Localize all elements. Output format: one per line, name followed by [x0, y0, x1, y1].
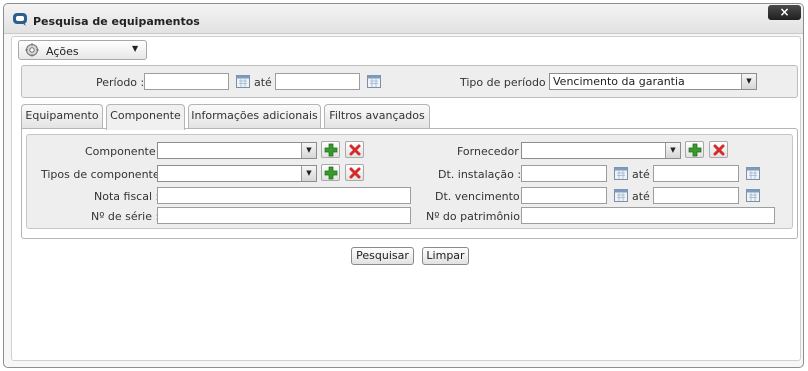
- fornecedor-label: Fornecedor :: [457, 145, 526, 158]
- remove-fornecedor-button[interactable]: [709, 141, 728, 158]
- title-bar: Pesquisa de equipamentos ×: [4, 4, 803, 34]
- add-tipo-componente-button[interactable]: [321, 164, 340, 181]
- gear-icon: [25, 43, 39, 57]
- remove-icon: [349, 144, 361, 156]
- tab-equipamento[interactable]: Equipamento: [21, 104, 103, 129]
- data-vencimento-end-input[interactable]: [653, 187, 739, 204]
- nota-fiscal-label: Nota fiscal :: [94, 190, 160, 203]
- numero-patrimonio-label: Nº do patrimônio :: [426, 210, 528, 223]
- component-tab-panel: Componente : ▼ Tipos de componente : ▼ N…: [21, 128, 798, 239]
- add-icon: [688, 143, 702, 157]
- remove-icon: [349, 167, 361, 179]
- chevron-down-icon: ▼: [301, 143, 316, 158]
- componente-label: Componente :: [85, 145, 163, 158]
- add-icon: [324, 143, 338, 157]
- chevron-down-icon: ▼: [741, 74, 756, 89]
- period-type-value: Vencimento da garantia: [553, 75, 685, 88]
- chevron-down-icon: ▼: [132, 44, 139, 53]
- calendar-icon[interactable]: [746, 188, 760, 202]
- period-filter-panel: Período : até Tipo de período : Vencimen…: [21, 65, 798, 98]
- tab-componente[interactable]: Componente: [106, 104, 185, 130]
- close-button[interactable]: ×: [768, 5, 801, 20]
- componente-select[interactable]: ▼: [157, 142, 317, 159]
- calendar-icon[interactable]: [614, 166, 628, 180]
- data-vencimento-label: Dt. vencimento :: [435, 190, 527, 203]
- actions-menu-button[interactable]: Ações ▼: [18, 40, 147, 60]
- calendar-icon[interactable]: [367, 74, 381, 88]
- period-label: Período :: [96, 76, 145, 89]
- tab-informacoes-adicionais[interactable]: Informações adicionais: [188, 104, 321, 129]
- calendar-icon[interactable]: [746, 166, 760, 180]
- data-instalacao-label: Dt. instalação :: [438, 168, 522, 181]
- chevron-down-icon: ▼: [301, 166, 316, 181]
- component-filter-form: Componente : ▼ Tipos de componente : ▼ N…: [26, 134, 793, 229]
- add-fornecedor-button[interactable]: [685, 141, 704, 158]
- add-icon: [324, 166, 338, 180]
- numero-patrimonio-input[interactable]: [521, 207, 775, 224]
- chevron-down-icon: ▼: [665, 143, 680, 158]
- dialog-content: Ações ▼ Período : até Tipo de período : …: [11, 36, 801, 361]
- add-componente-button[interactable]: [321, 141, 340, 158]
- clear-button[interactable]: Limpar: [422, 247, 469, 265]
- dialog-title: Pesquisa de equipamentos: [33, 15, 200, 28]
- period-start-input[interactable]: [144, 73, 229, 90]
- remove-icon: [713, 144, 725, 156]
- search-button[interactable]: Pesquisar: [351, 247, 414, 265]
- tipos-componente-select[interactable]: ▼: [157, 165, 317, 182]
- calendar-icon[interactable]: [236, 74, 250, 88]
- numero-serie-input[interactable]: [157, 207, 411, 224]
- period-end-input[interactable]: [275, 73, 360, 90]
- search-equipment-dialog: Pesquisa de equipamentos × Ações ▼ Perío…: [3, 3, 804, 368]
- actions-menu-label: Ações: [46, 45, 79, 58]
- data-instalacao-separator: até: [632, 168, 650, 181]
- period-type-label: Tipo de período :: [460, 76, 553, 89]
- period-type-select[interactable]: Vencimento da garantia ▼: [549, 73, 757, 90]
- data-instalacao-end-input[interactable]: [653, 165, 739, 182]
- data-vencimento-start-input[interactable]: [521, 187, 607, 204]
- period-separator: até: [254, 76, 272, 89]
- remove-tipo-componente-button[interactable]: [345, 164, 364, 181]
- calendar-icon[interactable]: [614, 188, 628, 202]
- nota-fiscal-input[interactable]: [157, 187, 411, 204]
- remove-componente-button[interactable]: [345, 141, 364, 158]
- tipos-componente-label: Tipos de componente :: [41, 168, 167, 181]
- data-vencimento-separator: até: [632, 190, 650, 203]
- numero-serie-label: Nº de série :: [91, 210, 160, 223]
- fornecedor-select[interactable]: ▼: [521, 142, 681, 159]
- data-instalacao-start-input[interactable]: [521, 165, 607, 182]
- tab-filtros-avancados[interactable]: Filtros avançados: [324, 104, 430, 129]
- app-logo-icon: [13, 13, 27, 26]
